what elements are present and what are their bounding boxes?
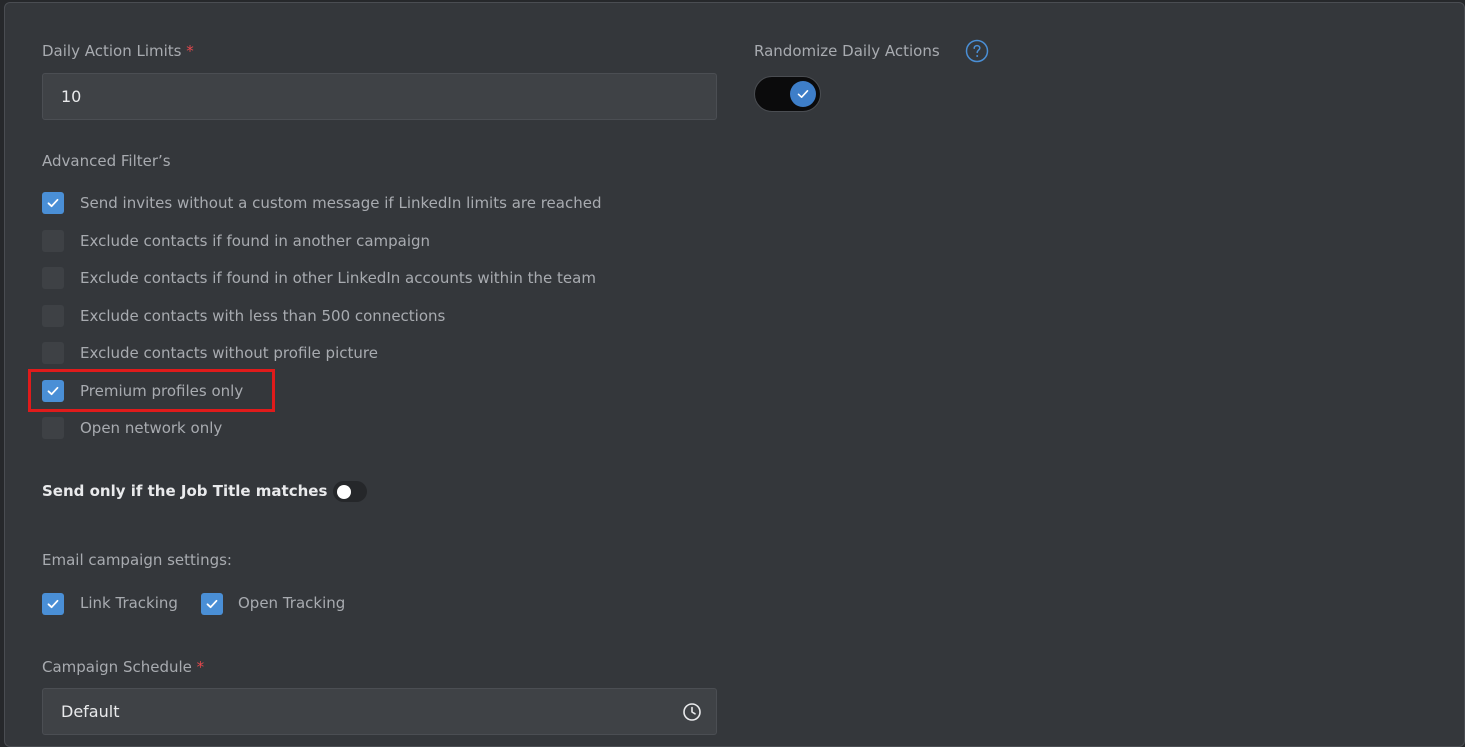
daily-limits-label-text: Daily Action Limits — [42, 42, 182, 60]
toggle-knob — [337, 485, 351, 499]
filter-label: Open network only — [80, 419, 223, 437]
highlight-box — [28, 369, 275, 412]
schedule-value: Default — [61, 702, 120, 721]
link-tracking-label: Link Tracking — [80, 594, 178, 612]
randomize-label: Randomize Daily Actions — [754, 42, 940, 60]
open-tracking-checkbox[interactable] — [201, 593, 223, 615]
check-icon — [797, 90, 809, 98]
toggle-knob — [790, 81, 816, 107]
daily-limits-value: 10 — [61, 87, 82, 106]
schedule-label: Campaign Schedule * — [42, 658, 204, 676]
job-title-label: Send only if the Job Title matches — [42, 482, 328, 500]
filter-checkbox[interactable] — [42, 305, 64, 327]
schedule-label-text: Campaign Schedule — [42, 658, 192, 676]
check-icon — [47, 599, 59, 609]
check-icon — [47, 198, 59, 208]
schedule-select[interactable]: Default — [42, 688, 717, 735]
email-settings-title: Email campaign settings: — [42, 551, 232, 569]
filter-checkbox[interactable] — [42, 342, 64, 364]
daily-limits-label: Daily Action Limits * — [42, 42, 194, 60]
job-title-toggle[interactable] — [333, 481, 367, 502]
filter-label: Send invites without a custom message if… — [80, 194, 602, 212]
filter-checkbox[interactable] — [42, 230, 64, 252]
link-tracking-checkbox[interactable] — [42, 593, 64, 615]
check-icon — [206, 599, 218, 609]
randomize-toggle[interactable] — [754, 76, 821, 112]
open-tracking-label: Open Tracking — [238, 594, 346, 612]
filter-label: Exclude contacts with less than 500 conn… — [80, 307, 446, 325]
filter-label: Exclude contacts without profile picture — [80, 344, 378, 362]
clock-icon — [683, 703, 701, 721]
required-mark: * — [196, 658, 205, 676]
filter-label: Exclude contacts if found in other Linke… — [80, 269, 596, 287]
required-mark: * — [186, 42, 194, 60]
question-circle-icon[interactable] — [965, 39, 989, 63]
filter-checkbox[interactable] — [42, 267, 64, 289]
filter-label: Exclude contacts if found in another cam… — [80, 232, 431, 250]
advanced-filters-title: Advanced Filter’s — [42, 152, 171, 170]
filter-checkbox[interactable] — [42, 417, 64, 439]
filter-checkbox[interactable] — [42, 192, 64, 214]
daily-limits-input[interactable]: 10 — [42, 73, 717, 120]
